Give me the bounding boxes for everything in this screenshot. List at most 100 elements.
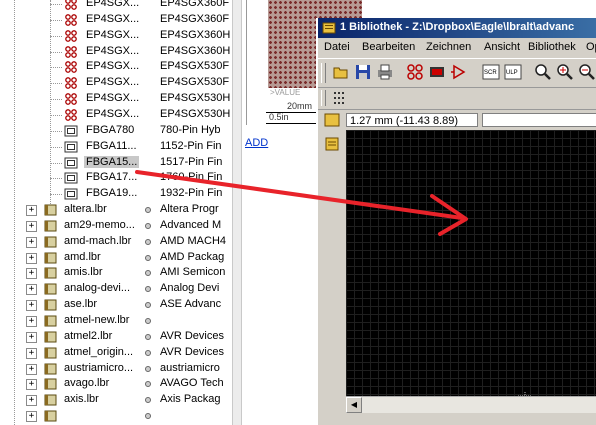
status-dot [145, 349, 151, 356]
footprint-item[interactable]: EP4SGX... EP4SGX360H [0, 44, 232, 60]
info-tool-icon[interactable] [324, 136, 340, 152]
library-editor-window: 1 Bibliothek - Z:\Dropbox\Eagle\lbralt\a… [316, 18, 596, 425]
expand-toggle[interactable]: + [26, 300, 37, 312]
tree-connector [50, 162, 62, 164]
expand-toggle[interactable]: + [26, 205, 37, 217]
menu-op[interactable]: Op [586, 41, 596, 53]
library-item[interactable]: + amd-mach.lbr AMD MACH4 [0, 234, 232, 250]
library-name: amd.lbr [64, 250, 101, 263]
window-titlebar[interactable]: 1 Bibliothek - Z:\Dropbox\Eagle\lbralt\a… [318, 18, 596, 38]
tree-connector [50, 178, 62, 180]
expand-toggle[interactable]: + [26, 379, 37, 391]
scroll-left-button[interactable]: ◀ [346, 397, 362, 413]
library-item[interactable]: + austriamicro... austriamicro [0, 361, 232, 377]
footprint-item[interactable]: FBGA780 780-Pin Hyb [0, 123, 232, 139]
device-icon[interactable] [450, 63, 468, 81]
library-item[interactable]: + ase.lbr ASE Advanc [0, 297, 232, 313]
footprint-item[interactable]: EP4SGX... EP4SGX530F [0, 75, 232, 91]
zoom-in-icon[interactable] [556, 63, 574, 81]
library-item[interactable]: + atmel-new.lbr [0, 313, 232, 329]
horizontal-scrollbar[interactable]: ◀ [346, 396, 596, 413]
save-icon[interactable] [354, 63, 372, 81]
drawing-canvas[interactable] [346, 130, 596, 404]
menu-bearbeiten[interactable]: Bearbeiten [362, 41, 415, 53]
print-icon[interactable] [376, 63, 394, 81]
expand-toggle[interactable]: + [26, 236, 37, 248]
status-dot [145, 222, 151, 229]
expand-toggle[interactable]: + [26, 316, 37, 327]
expand-toggle[interactable]: + [26, 363, 37, 375]
pane-splitter[interactable] [232, 0, 242, 425]
library-description: AMI Semicon [160, 266, 226, 279]
library-item[interactable]: + axis.lbr Axis Packag [0, 392, 232, 408]
symbol-icon [65, 61, 77, 74]
status-dot [145, 365, 151, 372]
footprint-item[interactable]: EP4SGX... EP4SGX530F [0, 59, 232, 75]
library-item[interactable]: + amd.lbr AMD Packag [0, 250, 232, 266]
menu-datei[interactable]: Datei [324, 41, 350, 53]
library-name: axis.lbr [64, 393, 99, 406]
footprint-item[interactable]: EP4SGX... EP4SGX360F [0, 12, 232, 28]
library-book-icon [44, 220, 57, 232]
menu-zeichnen[interactable]: Zeichnen [426, 41, 471, 53]
menu-bibliothek[interactable]: Bibliothek [528, 41, 576, 53]
tree-connector [50, 67, 62, 69]
library-item[interactable]: + [0, 408, 232, 424]
library-item[interactable]: + analog-devi... Analog Devi [0, 281, 232, 297]
footprint-item[interactable]: EP4SGX... EP4SGX360H [0, 28, 232, 44]
expand-toggle[interactable]: + [26, 331, 37, 343]
window-title: 1 Bibliothek - Z:\Dropbox\Eagle\lbralt\a… [340, 21, 575, 33]
footprint-item[interactable]: FBGA15... 1517-Pin Fin [0, 155, 232, 171]
library-book-icon [44, 347, 57, 359]
symbol-icon[interactable] [406, 63, 424, 81]
open-icon[interactable] [332, 63, 350, 81]
command-line-input[interactable] [482, 113, 596, 127]
library-item[interactable]: + am29-memo... Advanced M [0, 218, 232, 234]
svg-text:SCR: SCR [484, 70, 497, 76]
add-link[interactable]: ADD [245, 137, 268, 149]
library-tree[interactable]: EP4SGX... EP4SGX360F EP4SGX... EP4SGX360F EP… [0, 0, 232, 425]
expand-toggle[interactable]: + [26, 284, 37, 296]
menu-ansicht[interactable]: Ansicht [484, 41, 520, 53]
footprint-item[interactable]: EP4SGX... EP4SGX530H [0, 107, 232, 123]
grid-icon[interactable] [332, 89, 350, 107]
ulp-icon[interactable]: ULP [504, 63, 522, 81]
library-item[interactable]: + amis.lbr AMI Semicon [0, 265, 232, 281]
expand-toggle[interactable]: + [26, 395, 37, 407]
library-item[interactable]: + altera.lbr Altera Progr [0, 202, 232, 218]
library-book-icon [44, 315, 57, 327]
library-item[interactable]: + atmel2.lbr AVR Devices [0, 329, 232, 345]
footprint-item[interactable]: FBGA17... 1760-Pin Fin [0, 170, 232, 186]
info-icon[interactable] [324, 113, 340, 127]
library-book-icon [44, 378, 57, 390]
expand-toggle[interactable]: + [26, 268, 37, 280]
package-icon[interactable] [428, 63, 446, 81]
library-name: amis.lbr [64, 266, 103, 279]
expand-toggle[interactable]: + [26, 252, 37, 264]
library-book-icon [44, 252, 57, 264]
footprint-item[interactable]: EP4SGX... EP4SGX360F [0, 0, 232, 12]
toolbar-grip[interactable] [321, 63, 326, 83]
footprint-name: EP4SGX... [86, 76, 140, 89]
footprint-description: EP4SGX530H [160, 107, 231, 120]
main-toolbar: SCR ULP [318, 58, 596, 88]
value-label: >VALUE [270, 88, 301, 97]
expand-toggle[interactable]: + [26, 347, 37, 359]
footprint-name: EP4SGX... [86, 28, 140, 41]
status-dot [145, 286, 151, 293]
tree-connector [50, 194, 62, 196]
footprint-item[interactable]: FBGA11... 1152-Pin Fin [0, 139, 232, 155]
library-item[interactable]: + avago.lbr AVAGO Tech [0, 376, 232, 392]
footprint-item[interactable]: FBGA19... 1932-Pin Fin [0, 186, 232, 202]
script-icon[interactable]: SCR [482, 63, 500, 81]
library-item[interactable]: + atmel_origin... AVR Devices [0, 345, 232, 361]
footprint-item[interactable]: EP4SGX... EP4SGX530H [0, 91, 232, 107]
expand-toggle[interactable]: + [26, 411, 37, 423]
footprint-name: FBGA15... [84, 155, 140, 168]
toolbar-grip[interactable] [321, 90, 326, 106]
library-name: atmel2.lbr [64, 329, 113, 342]
status-dot [145, 413, 151, 420]
zoom-fit-icon[interactable] [534, 63, 552, 81]
zoom-out-icon[interactable] [578, 63, 596, 81]
expand-toggle[interactable]: + [26, 220, 37, 232]
